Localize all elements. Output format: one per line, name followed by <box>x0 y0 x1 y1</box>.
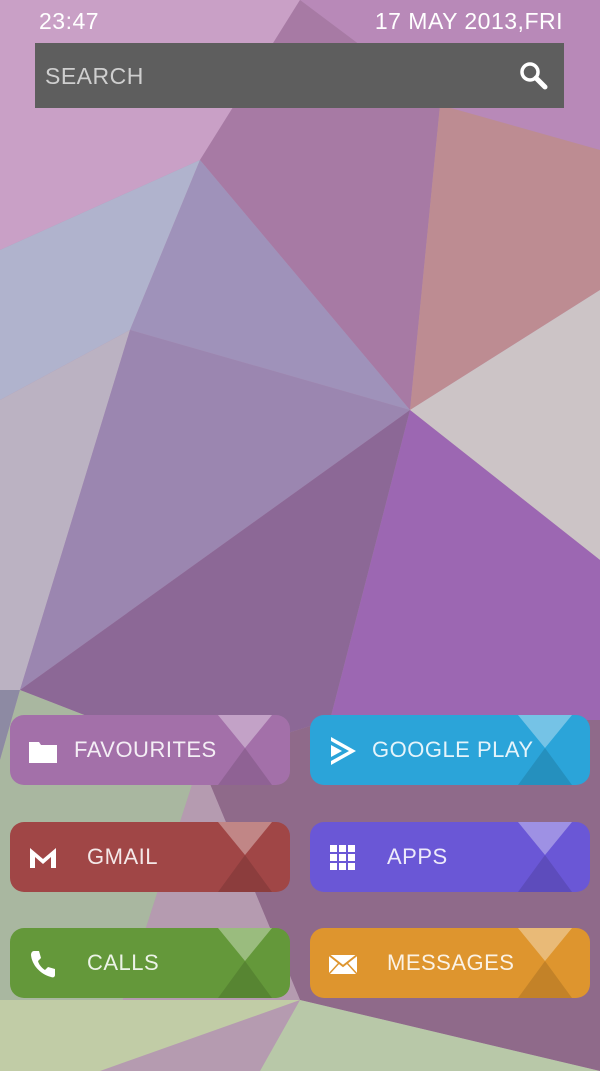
tile-ribbon <box>518 822 572 892</box>
tile-calls[interactable]: CALLS <box>10 928 290 998</box>
tile-ribbon <box>518 928 572 998</box>
tile-calls-label: CALLS <box>87 950 160 975</box>
tile-ribbon <box>218 928 272 998</box>
search-icon[interactable] <box>518 60 548 90</box>
search-placeholder[interactable]: SEARCH <box>45 63 144 90</box>
tile-ribbon <box>218 715 272 785</box>
play-store-icon <box>331 737 356 765</box>
tile-gmail-label: GMAIL <box>87 844 158 869</box>
tile-google-play[interactable]: GOOGLE PLAY <box>310 715 590 785</box>
wallpaper <box>0 0 600 1071</box>
search-bar[interactable]: SEARCH <box>35 43 564 108</box>
tile-favourites-label: FAVOURITES <box>74 737 217 762</box>
clock: 23:47 <box>39 8 100 34</box>
tile-apps[interactable]: APPS <box>310 822 590 892</box>
gmail-icon <box>30 848 56 868</box>
phone-icon <box>31 951 55 978</box>
date-label: 17 MAY 2013,FRI <box>374 8 563 34</box>
tile-google-play-label: GOOGLE PLAY <box>372 737 534 762</box>
envelope-icon <box>328 954 358 975</box>
tile-apps-label: APPS <box>387 844 448 869</box>
tile-gmail[interactable]: GMAIL <box>10 822 290 892</box>
tile-favourites[interactable]: FAVOURITES <box>10 715 290 785</box>
tile-ribbon <box>218 822 272 892</box>
tile-messages[interactable]: MESSAGES <box>310 928 590 998</box>
apps-grid-icon <box>330 845 355 870</box>
folder-icon <box>29 742 57 763</box>
tile-messages-label: MESSAGES <box>387 950 515 975</box>
